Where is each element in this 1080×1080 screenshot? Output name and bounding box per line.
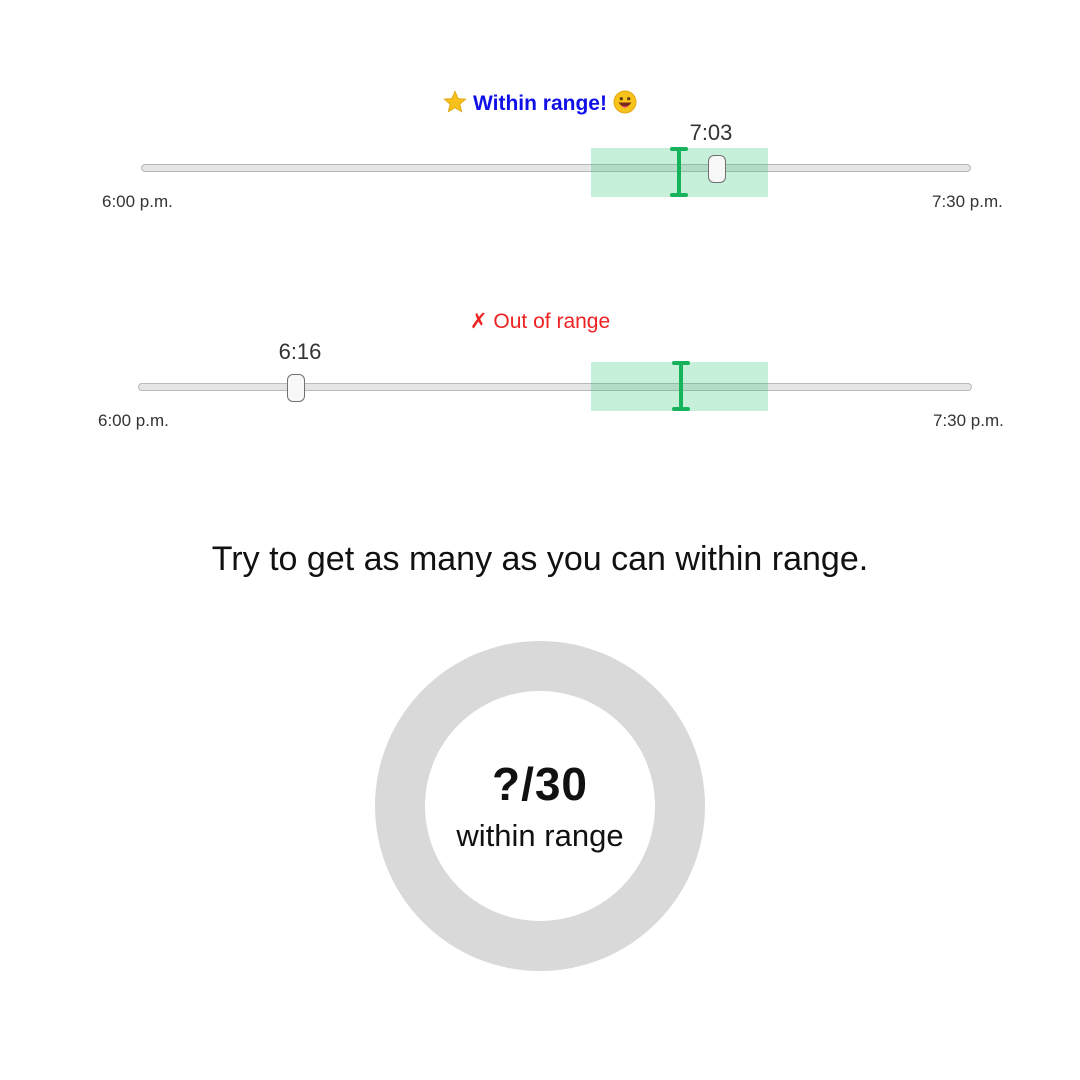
x-icon: ✗ [469,310,488,333]
slider-1-max-label: 7:30 p.m. [932,192,1003,211]
slider-1-min-label: 6:00 p.m. [102,192,173,211]
slider-1-status-text: Within range! [473,92,607,115]
slider-1-value-label: 7:03 [689,120,733,145]
slider-1-target-marker-icon [670,147,688,197]
slider-2-status-text: Out of range [493,310,611,333]
range-game-page: Within range! 7:03 6:00 p.m. 7:30 p.m. ✗… [0,0,1080,1080]
slider-1-thumb[interactable] [708,155,726,183]
score-value: ?/30 [491,758,589,810]
slider-2[interactable] [138,383,972,393]
slider-1-status: Within range! [0,90,1080,116]
instruction-text: Try to get as many as you can within ran… [211,540,869,578]
slider-2-value-label: 6:16 [278,339,322,364]
slider-2-min-label: 6:00 p.m. [98,411,169,430]
star-icon [443,90,467,113]
slider-1-track[interactable] [141,164,971,172]
slider-2-max-label: 7:30 p.m. [933,411,1004,430]
slider-2-status: ✗ Out of range [0,309,1080,334]
slider-2-track[interactable] [138,383,972,391]
grinning-face-icon [613,90,637,114]
score-caption: within range [456,818,624,853]
slider-2-thumb[interactable] [287,374,305,402]
slider-2-target-marker-icon [672,361,690,411]
slider-1[interactable] [141,164,971,174]
score-ring: ?/30 within range [375,641,705,971]
